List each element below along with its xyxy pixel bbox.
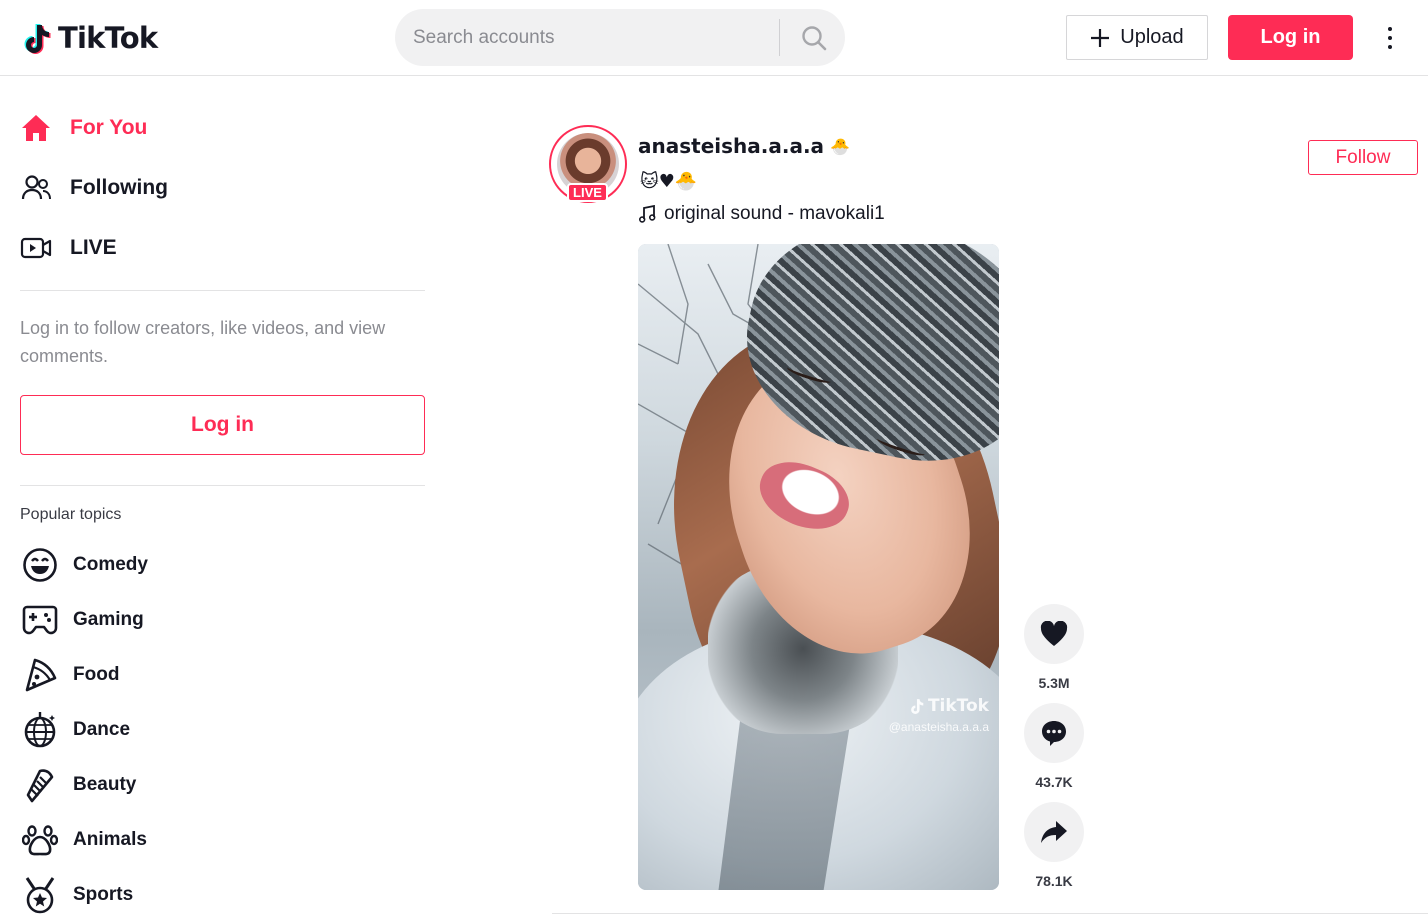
topic-label: Dance [73, 719, 131, 740]
topic-label: Comedy [73, 554, 148, 575]
tiktok-logo[interactable]: TikTok [24, 18, 158, 58]
post-caption: 🐱♥🐣 [640, 170, 698, 192]
upload-button[interactable]: Upload [1066, 15, 1208, 60]
like-action[interactable]: 5.3M [1024, 604, 1084, 691]
comment-button[interactable] [1024, 703, 1084, 763]
sidebar-login-button[interactable]: Log in [20, 395, 425, 455]
pizza-icon [20, 655, 60, 695]
search-bar [395, 9, 845, 66]
username-text: anasteisha.a.a.a [638, 134, 825, 158]
tiktok-watermark-icon [911, 699, 924, 714]
comb-icon [20, 765, 60, 805]
share-count: 78.1K [1035, 873, 1073, 889]
login-hint-text: Log in to follow creators, like videos, … [20, 318, 386, 366]
follow-button[interactable]: Follow [1308, 140, 1418, 175]
sidebar-item-label: For You [70, 116, 148, 139]
topic-beauty[interactable]: Beauty [20, 765, 136, 805]
sidebar-divider [20, 485, 425, 486]
people-icon [20, 172, 60, 204]
topic-dance[interactable]: Dance [20, 710, 130, 750]
topic-sports[interactable]: Sports [20, 875, 133, 915]
comment-count: 43.7K [1035, 774, 1073, 790]
search-divider [779, 19, 780, 56]
search-button[interactable] [783, 9, 845, 66]
topic-gaming[interactable]: Gaming [20, 600, 144, 640]
topic-label: Animals [73, 829, 147, 850]
more-menu-icon[interactable] [1378, 22, 1402, 54]
creator-username[interactable]: anasteisha.a.a.a 🐣 [638, 134, 850, 158]
medal-icon [20, 875, 60, 915]
paw-icon [20, 820, 60, 860]
sidebar-item-label: LIVE [70, 236, 117, 259]
share-arrow-icon [1041, 821, 1067, 843]
username-emoji: 🐣 [830, 136, 850, 156]
plus-icon [1091, 28, 1110, 47]
music-note-icon [639, 205, 656, 223]
video-watermark: TikTok @anasteisha.a.a.a [888, 696, 989, 734]
popular-topics-heading: Popular topics [20, 506, 122, 523]
tiktok-note-icon [24, 24, 51, 54]
like-button[interactable] [1024, 604, 1084, 664]
gamepad-icon [20, 600, 60, 640]
comment-action[interactable]: 43.7K [1024, 703, 1084, 790]
topic-label: Sports [73, 884, 134, 905]
heart-icon [1040, 621, 1068, 646]
sidebar-item-for-you[interactable]: For You [20, 108, 147, 148]
live-badge: LIVE [567, 183, 608, 202]
live-camera-icon [20, 232, 60, 264]
disco-ball-icon [20, 710, 60, 750]
topic-food[interactable]: Food [20, 655, 119, 695]
topic-label: Food [73, 664, 120, 685]
topic-label: Beauty [73, 774, 137, 795]
sidebar-item-label: Following [70, 176, 168, 199]
topic-animals[interactable]: Animals [20, 820, 147, 860]
topic-comedy[interactable]: Comedy [20, 545, 148, 585]
search-input[interactable] [413, 21, 773, 54]
share-action[interactable]: 78.1K [1024, 802, 1084, 889]
upload-label: Upload [1120, 26, 1184, 48]
smile-icon [20, 545, 60, 585]
top-header: TikTok Upload Log in [0, 0, 1428, 76]
search-icon [802, 25, 827, 50]
header-login-button[interactable]: Log in [1228, 15, 1353, 60]
share-button[interactable] [1024, 802, 1084, 862]
sidebar-divider [20, 290, 425, 291]
home-icon [20, 112, 60, 144]
music-title: original sound - mavokali1 [664, 203, 885, 224]
music-link[interactable]: original sound - mavokali1 [639, 203, 885, 225]
comment-bubble-icon [1042, 721, 1066, 746]
sidebar: For You Following LIVE Log in to follow … [0, 77, 440, 919]
video-player[interactable]: TikTok @anasteisha.a.a.a [638, 244, 999, 890]
sidebar-item-live[interactable]: LIVE [20, 228, 117, 268]
logo-wordmark: TikTok [58, 21, 158, 55]
like-count: 5.3M [1038, 675, 1070, 691]
topic-label: Gaming [73, 609, 144, 630]
sidebar-item-following[interactable]: Following [20, 168, 168, 208]
feed-divider [552, 913, 1428, 914]
